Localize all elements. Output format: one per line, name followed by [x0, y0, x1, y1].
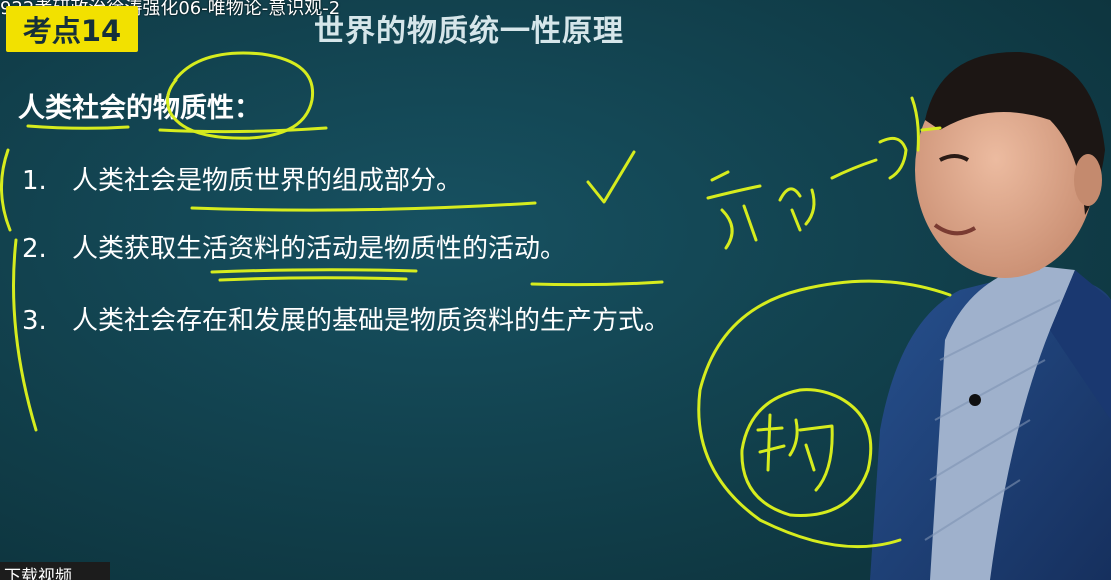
- handwriting-strokes: [706, 170, 762, 250]
- large-circle-annotation: [697, 279, 952, 549]
- video-frame: 922考研政治徐涛强化06-唯物论-意识观-2 考点14 世界的物质统一性原理 …: [0, 0, 1111, 580]
- underline-point-2-a: [210, 268, 418, 274]
- underline-point-2-b: [218, 276, 408, 282]
- underline-subtitle-1: [26, 124, 130, 130]
- left-bracket: [0, 148, 12, 232]
- download-video-button[interactable]: 下载视频: [0, 562, 110, 580]
- underline-point-2-c: [530, 280, 664, 287]
- checkmark: [586, 150, 636, 204]
- handwritten-annotations: [0, 51, 952, 549]
- left-vertical-line: [12, 238, 38, 432]
- circle-annotation: [166, 51, 315, 140]
- handwritten-char-wu: [756, 413, 834, 492]
- underline-point-1: [190, 201, 537, 212]
